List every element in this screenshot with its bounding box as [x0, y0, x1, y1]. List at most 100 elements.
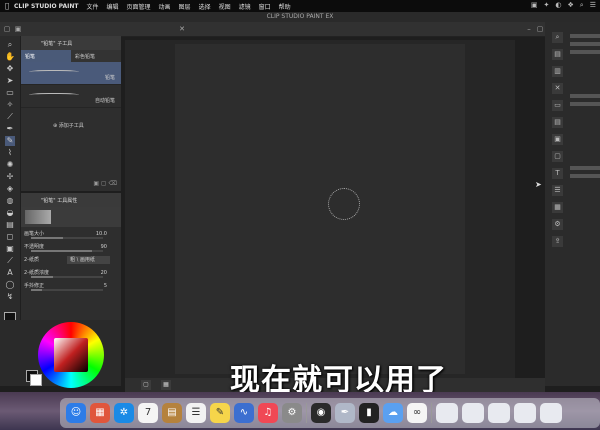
pen-icon[interactable]: ✒: [5, 124, 15, 134]
list-item[interactable]: [570, 174, 600, 178]
fill-icon[interactable]: ◒: [5, 208, 15, 218]
add-sub-tool-button[interactable]: ⊕ 添加子工具: [53, 122, 121, 129]
navigator-icon[interactable]: ▢: [141, 380, 151, 390]
export-icon[interactable]: ⇪: [552, 236, 563, 247]
property-paper-density[interactable]: 2-纸质浓度 20: [21, 266, 121, 279]
menu-window[interactable]: 窗口: [259, 2, 271, 11]
search-icon[interactable]: ⌕: [552, 32, 563, 43]
apple-icon[interactable]: : [0, 2, 14, 10]
list-item[interactable]: [570, 166, 600, 170]
history-icon[interactable]: ▤: [552, 117, 563, 128]
menu-layer[interactable]: 图层: [179, 2, 191, 11]
color-wheel[interactable]: [38, 322, 104, 388]
canvas-area[interactable]: ➤: [125, 40, 542, 380]
settings-icon[interactable]: ⚙: [552, 219, 563, 230]
property-slider[interactable]: [31, 237, 103, 239]
dock-calendar-icon[interactable]: 7: [138, 403, 158, 423]
close-canvas-icon[interactable]: ✕: [178, 25, 186, 33]
color-square[interactable]: [54, 338, 88, 372]
dock-contacts-icon[interactable]: ▤: [162, 403, 182, 423]
list-item[interactable]: [570, 50, 600, 54]
sub-tool-tab[interactable]: "铅笔" 子工具: [21, 36, 121, 50]
list-item[interactable]: [570, 102, 600, 106]
menu-edit[interactable]: 编辑: [107, 2, 119, 11]
status-icon-4[interactable]: ❖: [568, 1, 574, 10]
grid-icon[interactable]: ▦: [161, 380, 171, 390]
decoration-icon[interactable]: ✢: [5, 172, 15, 182]
list-item[interactable]: [570, 42, 600, 46]
dock-terminal-icon[interactable]: ▮: [359, 403, 379, 423]
list-item[interactable]: [570, 94, 600, 98]
text-icon[interactable]: A: [5, 268, 15, 278]
menu-page[interactable]: 页面管理: [127, 2, 151, 11]
property-slider[interactable]: [31, 250, 103, 252]
selection-icon[interactable]: ▭: [5, 88, 15, 98]
folder-icon[interactable]: ▭: [552, 100, 563, 111]
gradient-icon[interactable]: ▤: [5, 220, 15, 230]
trash-icon[interactable]: ⌫: [109, 180, 117, 187]
dock-window-thumbnail[interactable]: [462, 403, 484, 423]
layer-icon[interactable]: ▤: [552, 49, 563, 60]
property-brush-size[interactable]: 画笔大小 10.0: [21, 227, 121, 240]
dock-qq-icon[interactable]: ◉: [311, 403, 331, 423]
new-file-icon[interactable]: ▢: [3, 25, 11, 33]
dock-system-settings-icon[interactable]: ⚙: [282, 403, 302, 423]
maximize-icon[interactable]: ▢: [536, 25, 544, 33]
property-opacity[interactable]: 不透明度 90: [21, 240, 121, 253]
zoom-icon[interactable]: ⌕: [5, 40, 15, 50]
dock-window-thumbnail[interactable]: [540, 403, 562, 423]
balloon-icon[interactable]: ◯: [5, 280, 15, 290]
line-correction-icon[interactable]: ↯: [5, 292, 15, 302]
list-item[interactable]: [570, 34, 600, 38]
dock-safari-icon[interactable]: ✲: [114, 403, 134, 423]
figure-icon[interactable]: ◻: [5, 232, 15, 242]
pencil-icon[interactable]: ✎: [5, 136, 15, 146]
dock-notes-icon[interactable]: ✎: [210, 403, 230, 423]
close-icon[interactable]: ✕: [552, 83, 563, 94]
brush-item-pencil[interactable]: 铅笔: [21, 62, 121, 85]
property-slider[interactable]: [31, 276, 103, 278]
dock-clip-studio-icon[interactable]: ✒: [335, 403, 355, 423]
dock-music-icon[interactable]: ♫: [258, 403, 278, 423]
operation-icon[interactable]: ➤: [5, 76, 15, 86]
control-center-icon[interactable]: ☰: [590, 1, 596, 10]
tab-pencil[interactable]: 铅笔: [21, 50, 71, 62]
property-stabilization[interactable]: 手抖修正 5: [21, 279, 121, 292]
copy-icon[interactable]: ▣: [93, 180, 99, 187]
brush-item-auto-pencil[interactable]: 自动铅笔: [21, 85, 121, 108]
search-icon[interactable]: ⌕: [580, 1, 584, 10]
frame-icon[interactable]: ▢: [552, 151, 563, 162]
text-icon[interactable]: T: [552, 168, 563, 179]
image-icon[interactable]: ▣: [552, 134, 563, 145]
move-icon[interactable]: ✥: [5, 64, 15, 74]
status-icon-3[interactable]: ◐: [555, 1, 561, 10]
new-icon[interactable]: ▢: [101, 180, 107, 187]
blend-icon[interactable]: ◍: [5, 196, 15, 206]
gallery-icon[interactable]: ▦: [552, 202, 563, 213]
tool-property-tab[interactable]: "铅笔" 工具属性: [21, 193, 121, 207]
dock-reminders-icon[interactable]: ☰: [186, 403, 206, 423]
dock-baidu-disk-icon[interactable]: ☁: [383, 403, 403, 423]
frame-icon[interactable]: ▣: [5, 244, 15, 254]
hand-icon[interactable]: ✋: [5, 52, 15, 62]
app-menu[interactable]: CLIP STUDIO PAINT: [14, 3, 78, 10]
menu-file[interactable]: 文件: [86, 2, 98, 11]
dock-window-thumbnail[interactable]: [514, 403, 536, 423]
dock-launchpad-icon[interactable]: ▦: [90, 403, 110, 423]
airbrush-icon[interactable]: ✺: [5, 160, 15, 170]
minimize-icon[interactable]: –: [525, 25, 533, 33]
eyedropper-icon[interactable]: ⟋: [5, 112, 15, 122]
eraser-icon[interactable]: ◈: [5, 184, 15, 194]
dock-link-app-icon[interactable]: ∞: [407, 403, 427, 423]
dock-stocks-icon[interactable]: ∿: [234, 403, 254, 423]
list-icon[interactable]: ☰: [552, 185, 563, 196]
tab-colored-pencil[interactable]: 彩色铅笔: [71, 50, 121, 62]
menu-filter[interactable]: 滤镜: [239, 2, 251, 11]
canvas-sheet[interactable]: [175, 44, 465, 374]
dock-finder-icon[interactable]: ☺: [66, 403, 86, 423]
menu-help[interactable]: 帮助: [279, 2, 291, 11]
dock-window-thumbnail[interactable]: [488, 403, 510, 423]
menu-select[interactable]: 选择: [199, 2, 211, 11]
sub-color-chip[interactable]: [30, 374, 42, 386]
brush-icon[interactable]: ⌇: [5, 148, 15, 158]
